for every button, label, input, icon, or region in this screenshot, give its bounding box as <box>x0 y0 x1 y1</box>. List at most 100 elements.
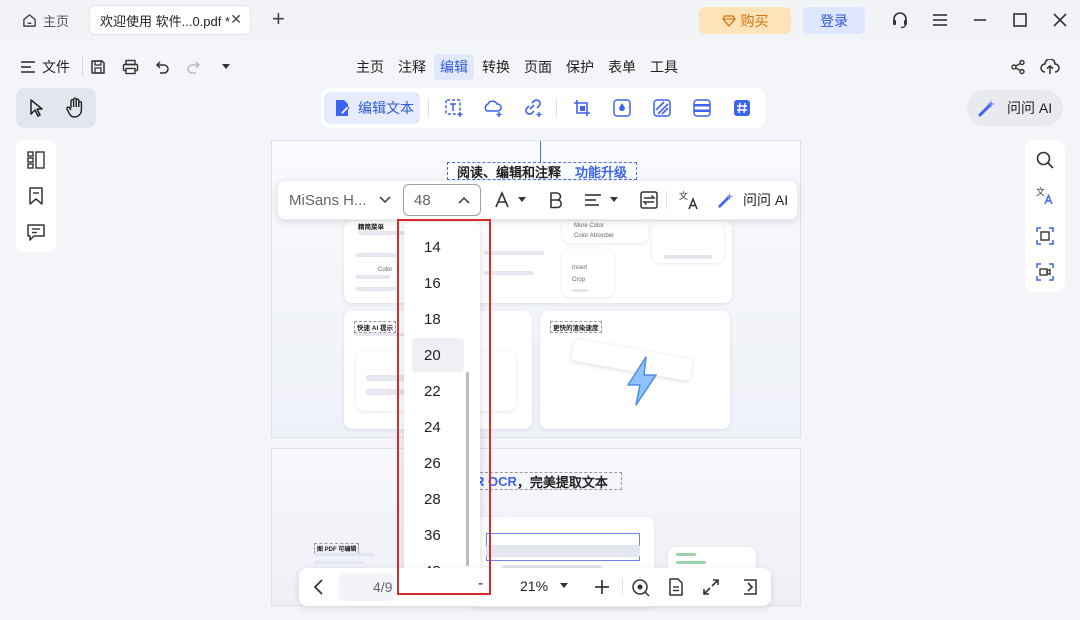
cloud-upload-icon[interactable] <box>1040 57 1060 77</box>
font-size-value: 48 <box>414 191 431 209</box>
card-title: 更快的渲染速度 <box>550 321 602 333</box>
quick-access-dropdown-icon[interactable] <box>216 57 236 77</box>
bates-number-icon[interactable] <box>732 98 752 118</box>
caret-down-icon <box>518 197 526 203</box>
zoom-in-icon[interactable] <box>592 577 612 597</box>
close-tab-icon[interactable]: ✕ <box>230 11 242 28</box>
save-icon[interactable] <box>88 57 108 77</box>
headset-icon[interactable] <box>890 10 910 30</box>
next-page-icon[interactable] <box>741 577 761 597</box>
add-image-icon[interactable] <box>483 98 503 118</box>
menu-item-form[interactable]: 表单 <box>602 54 642 80</box>
menu-item-convert[interactable]: 转换 <box>476 54 516 80</box>
ai-sparkle-icon <box>977 98 997 118</box>
bookmark-icon[interactable] <box>26 186 46 206</box>
format-ask-ai-button[interactable]: 问问 AI <box>717 190 788 210</box>
font-size-select[interactable]: 48 <box>403 184 481 216</box>
card-label: Color <box>378 267 393 273</box>
more-color-label: More Color <box>574 223 604 229</box>
hamburger-icon <box>20 60 36 74</box>
menu-item-tools[interactable]: 工具 <box>644 54 684 80</box>
minimize-icon[interactable] <box>970 10 990 30</box>
undo-icon[interactable] <box>152 57 172 77</box>
screen-record-icon[interactable] <box>1035 262 1055 282</box>
lightning-icon <box>622 355 662 407</box>
background-icon[interactable] <box>652 98 672 118</box>
divider <box>82 56 83 76</box>
crop-page-icon[interactable] <box>572 98 592 118</box>
maximize-icon[interactable] <box>1010 10 1030 30</box>
watermark-icon[interactable] <box>612 98 632 118</box>
format-ask-ai-label: 问问 AI <box>743 192 789 208</box>
crop-label: Crop <box>572 277 586 283</box>
main-menu: 主页 注释 编辑 转换 页面 保护 表单 工具 <box>350 54 686 80</box>
search-icon[interactable] <box>1035 150 1055 170</box>
menu-item-protect[interactable]: 保护 <box>560 54 600 80</box>
home-tab-label: 主页 <box>43 13 70 29</box>
screenshot-crop-icon[interactable] <box>1035 226 1055 246</box>
diamond-icon <box>721 14 736 27</box>
hand-tool-icon[interactable] <box>65 97 85 119</box>
divider <box>622 578 623 596</box>
edit-text-label: 编辑文本 <box>358 100 414 116</box>
heading-highlight: 功能升级 <box>575 164 628 180</box>
align-button[interactable] <box>584 190 618 210</box>
login-button[interactable]: 登录 <box>803 7 865 34</box>
zoom-control[interactable]: 21% <box>520 578 569 594</box>
share-icon[interactable] <box>1008 57 1028 77</box>
menu-item-edit[interactable]: 编辑 <box>434 54 474 80</box>
heading-text: ，完美提取文本 <box>516 474 608 490</box>
menu-icon[interactable] <box>930 10 950 30</box>
redo-icon[interactable] <box>184 57 204 77</box>
page-heading: 阅读、编辑和注释 功能升级 <box>447 162 637 180</box>
menu-item-annotate[interactable]: 注释 <box>392 54 432 80</box>
card-title: 精简菜单 <box>358 224 384 231</box>
caret-down-icon <box>610 197 618 203</box>
page-number-field[interactable]: 4/9 <box>339 573 395 601</box>
previous-page-icon[interactable] <box>309 577 329 597</box>
chevron-down-icon <box>379 196 391 204</box>
read-mode-icon[interactable] <box>630 577 650 597</box>
translate-icon[interactable]: 文 <box>1035 186 1055 206</box>
print-icon[interactable] <box>120 57 140 77</box>
add-text-icon[interactable] <box>444 98 464 118</box>
fullscreen-icon[interactable] <box>701 577 721 597</box>
divider <box>428 99 429 117</box>
close-window-icon[interactable] <box>1050 10 1070 30</box>
new-tab-button[interactable]: + <box>272 8 285 30</box>
home-tab[interactable]: 主页 <box>14 6 80 34</box>
zoom-value: 21% <box>520 578 549 594</box>
select-cursor-icon[interactable] <box>28 98 46 118</box>
highlight-annotation <box>397 219 491 595</box>
page-heading: R OCR ，完美提取文本 <box>470 472 622 490</box>
font-color-button[interactable] <box>494 190 526 210</box>
buy-button[interactable]: 购买 <box>699 7 791 34</box>
font-family-select[interactable]: MiSans H... <box>281 186 398 214</box>
font-color-icon <box>494 191 510 209</box>
heading-text: 阅读、编辑和注释 <box>456 164 561 180</box>
buy-label: 购买 <box>740 12 769 29</box>
text-replace-icon[interactable] <box>640 190 658 210</box>
insert-label: Insert <box>572 265 588 271</box>
translate-text-icon[interactable]: 文 <box>679 190 701 210</box>
color-absorber-label: Color Absorber <box>574 233 615 239</box>
page-layout-icon[interactable] <box>666 577 686 597</box>
edit-text-icon <box>332 98 352 118</box>
ai-sparkle-icon <box>717 191 735 209</box>
caret-down-icon <box>560 583 569 589</box>
bold-icon[interactable] <box>548 190 564 210</box>
file-menu[interactable]: 文件 <box>20 57 70 77</box>
menu-item-home[interactable]: 主页 <box>350 54 390 80</box>
header-footer-icon[interactable] <box>692 98 712 118</box>
document-tab[interactable]: 欢迎使用 软件...0.pdf * ✕ <box>90 6 250 34</box>
comment-icon[interactable] <box>26 222 46 242</box>
ask-ai-button[interactable]: 问问 AI <box>967 90 1063 126</box>
thumbnails-icon[interactable] <box>26 150 46 170</box>
add-link-icon[interactable] <box>523 98 543 118</box>
svg-text:文: 文 <box>1036 186 1045 198</box>
edit-text-button[interactable]: 编辑文本 <box>324 92 420 124</box>
menu-item-page[interactable]: 页面 <box>518 54 558 80</box>
ask-ai-label: 问问 AI <box>1007 100 1053 116</box>
file-menu-label: 文件 <box>42 59 70 75</box>
font-family-value: MiSans H... <box>289 191 367 209</box>
